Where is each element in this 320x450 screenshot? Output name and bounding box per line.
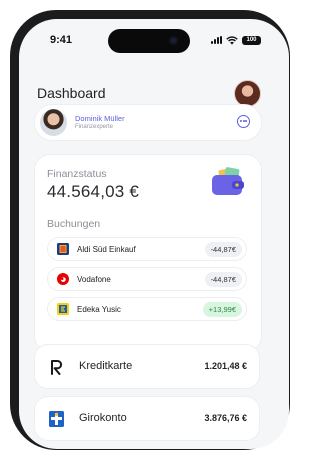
battery-icon: 100: [242, 35, 261, 45]
chat-bubble-icon[interactable]: [237, 115, 250, 128]
wifi-icon: [226, 35, 238, 45]
cellular-signal-icon: [211, 36, 222, 44]
camera-icon: [169, 36, 178, 45]
app-screen: 9:41 100 Dashboard Dominik Müller Finanz…: [19, 19, 289, 449]
advisor-role: Finanzexperte: [75, 124, 114, 130]
aldi-logo: [57, 243, 69, 255]
transaction-row[interactable]: Aldi Süd Einkauf -44,87€: [47, 237, 247, 261]
transaction-row[interactable]: Edeka Yusic +13,99€: [47, 297, 247, 321]
transaction-name: Edeka Yusic: [77, 305, 121, 314]
transaction-amount: -44,87€: [204, 272, 242, 287]
wallet-icon: [212, 167, 244, 195]
transaction-name: Aldi Süd Einkauf: [77, 245, 136, 254]
edeka-logo: [57, 303, 69, 315]
transaction-amount: -44,87€: [204, 242, 242, 257]
finance-total: 44.564,03 €: [47, 182, 140, 201]
page-title: Dashboard: [37, 85, 106, 101]
finance-status-label: Finanzstatus: [47, 168, 107, 180]
account-name: Kreditkarte: [79, 360, 133, 372]
status-time: 9:41: [50, 34, 73, 46]
status-bar: 9:41 100: [19, 19, 289, 61]
transaction-row[interactable]: Vodafone -44,87€: [47, 267, 247, 291]
system-icons: 100: [211, 35, 261, 45]
transaction-name: Vodafone: [77, 275, 111, 284]
transaction-amount: +13,99€: [202, 302, 242, 317]
advisor-name: Dominik Müller: [75, 114, 125, 123]
finance-status-card: Finanzstatus 44.564,03 € Buchungen Aldi …: [34, 154, 262, 352]
vodafone-logo: [57, 273, 69, 285]
revolut-logo: [51, 360, 63, 375]
advisor-card[interactable]: Dominik Müller Finanzexperte: [34, 104, 262, 141]
account-balance: 3.876,76 €: [204, 413, 247, 423]
bookings-label: Buchungen: [47, 218, 101, 230]
dynamic-island: [108, 29, 190, 53]
account-name: Girokonto: [79, 412, 127, 424]
account-balance: 1.201,48 €: [204, 361, 247, 371]
advisor-avatar: [40, 109, 67, 136]
user-avatar[interactable]: [234, 80, 261, 107]
account-card-girokonto[interactable]: Girokonto 3.876,76 €: [34, 396, 260, 441]
account-card-kreditkarte[interactable]: Kreditkarte 1.201,48 €: [34, 344, 260, 389]
